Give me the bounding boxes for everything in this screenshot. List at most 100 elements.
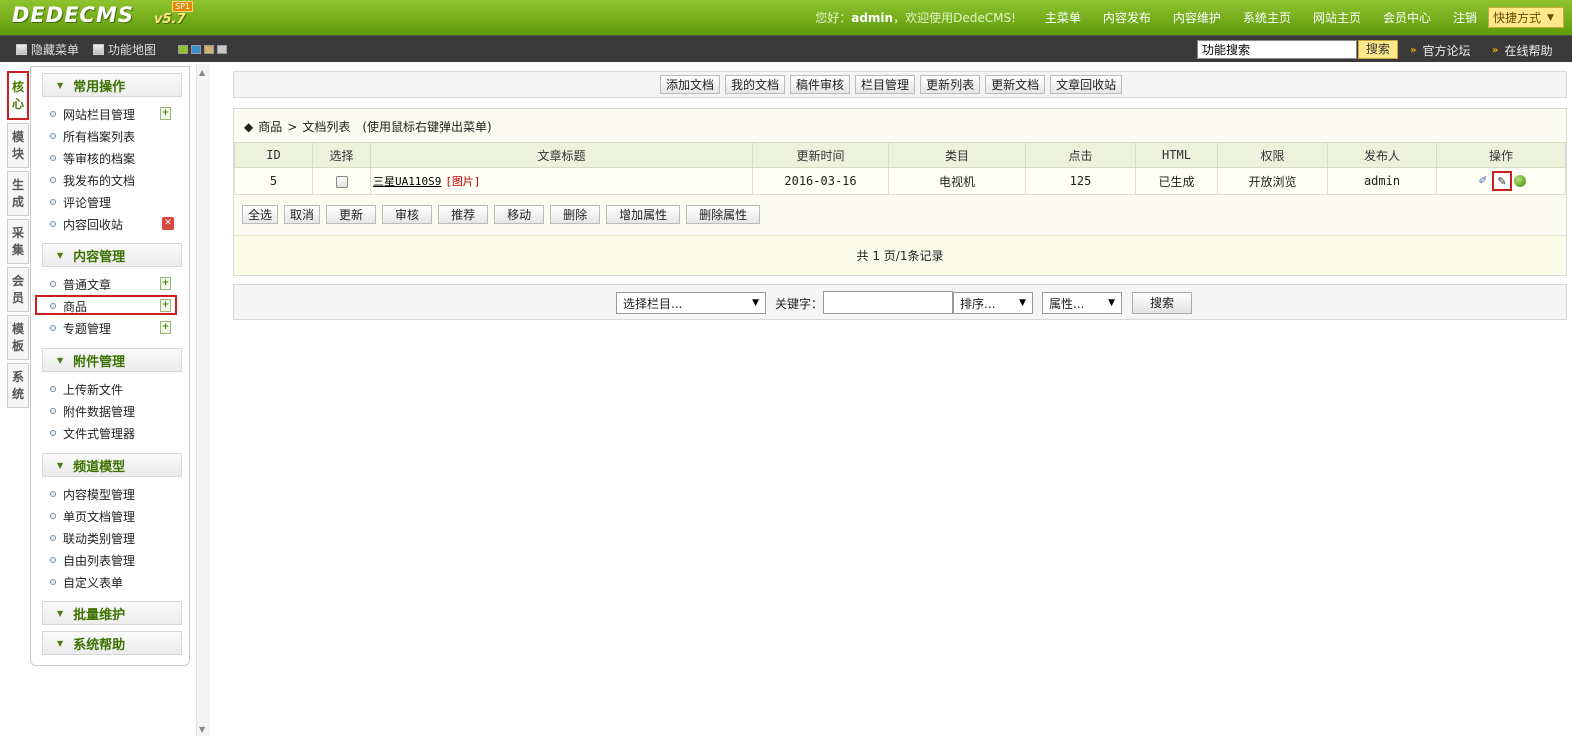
add-doc-button[interactable]: 添加文档 (660, 75, 721, 94)
add-icon[interactable]: + (160, 321, 171, 334)
update-doc-button[interactable]: 更新文档 (985, 75, 1046, 94)
quick-menu-dropdown[interactable]: 快捷方式 ▼ (1488, 7, 1564, 28)
tab-core[interactable]: 核心 (7, 71, 29, 120)
nav-member-center[interactable]: 会员中心 (1383, 9, 1431, 26)
menu-group-attachments[interactable]: ▼ 附件管理 (42, 348, 182, 372)
help-link[interactable]: » 在线帮助 (1492, 42, 1552, 59)
remove-attr-button[interactable]: 删除属性 (686, 205, 761, 224)
update-list-button[interactable]: 更新列表 (920, 75, 981, 94)
module-tabs: 核心 模块 生成 采集 会员 模板 系统 (7, 71, 29, 411)
menu-group-batch[interactable]: ▼ 批量维护 (42, 601, 182, 625)
skin-swatch[interactable] (178, 45, 188, 54)
keyword-input[interactable] (823, 291, 953, 314)
chevron-down-icon: ▼ (1108, 298, 1115, 308)
tab-template[interactable]: 模板 (7, 315, 29, 360)
menu-scrollbar[interactable]: ▲ ▼ (196, 64, 210, 736)
skin-swatch[interactable] (191, 45, 201, 54)
crumb-channel[interactable]: 商品 (258, 118, 282, 135)
article-recycle-button[interactable]: 文章回收站 (1050, 75, 1123, 94)
review-button[interactable]: 稿件审核 (790, 75, 851, 94)
forum-link[interactable]: » 官方论坛 (1410, 42, 1470, 59)
table-row[interactable]: 5 三星UA110S9 [图片] 2016-03-16 电视机 125 已生成 … (234, 167, 1566, 195)
column-select[interactable]: 选择栏目... ▼ (616, 292, 766, 314)
site-map-button[interactable]: 功能地图 (93, 41, 156, 58)
order-select[interactable]: 排序... ▼ (953, 292, 1033, 314)
bullet-icon (50, 408, 56, 414)
menu-item-single-pages[interactable]: 单页文档管理 (50, 506, 135, 526)
column-select-value: 选择栏目... (623, 296, 683, 311)
select-all-button[interactable]: 全选 (242, 205, 279, 224)
nav-logout[interactable]: 注销 (1453, 9, 1477, 26)
menu-item-free-lists[interactable]: 自由列表管理 (50, 550, 135, 570)
tab-system[interactable]: 系统 (7, 363, 29, 408)
my-docs-button[interactable]: 我的文档 (725, 75, 786, 94)
scroll-up-icon[interactable]: ▲ (199, 68, 205, 77)
tab-generate[interactable]: 生成 (7, 171, 29, 216)
delete-button[interactable]: 删除 (550, 205, 601, 224)
tab-collect[interactable]: 采集 (7, 219, 29, 264)
scroll-down-icon[interactable]: ▼ (199, 725, 205, 734)
skin-swatch[interactable] (204, 45, 214, 54)
add-attr-button[interactable]: 增加属性 (606, 205, 681, 224)
doc-title-link[interactable]: 三星UA110S9 (373, 175, 441, 188)
tab-modules-label: 模块 (11, 129, 24, 161)
breadcrumb: ◆ 商品 > 文档列表 (使用鼠标右键弹出菜单) (244, 118, 492, 135)
approve-button[interactable]: 审核 (382, 205, 433, 224)
welcome-text: 您好：admin，欢迎使用DedeCMS! (815, 11, 1016, 25)
update-button[interactable]: 更新 (326, 205, 377, 224)
menu-group-help[interactable]: ▼ 系统帮助 (42, 631, 182, 655)
logo-badge: SP1 (172, 1, 193, 12)
menu-group-channel-models[interactable]: ▼ 频道模型 (42, 453, 182, 477)
cell-category[interactable]: 电视机 (888, 167, 1026, 195)
menu-group-content[interactable]: ▼ 内容管理 (42, 243, 182, 267)
menu-item-file-manager[interactable]: 文件式管理器 (50, 423, 135, 443)
sub-toolbar: 隐藏菜单 功能地图 搜索 » 官方论坛 » 在线帮助 (0, 35, 1572, 62)
tab-member[interactable]: 会员 (7, 267, 29, 312)
search-button[interactable]: 搜索 (1132, 292, 1192, 314)
category-manage-button[interactable]: 栏目管理 (855, 75, 916, 94)
skin-swatch[interactable] (217, 45, 227, 54)
move-button[interactable]: 移动 (494, 205, 545, 224)
recommend-button[interactable]: 推荐 (438, 205, 489, 224)
cell-id: 5 (234, 167, 313, 195)
menu-item-pending-archives[interactable]: 等审核的档案 (50, 148, 135, 168)
menu-item-all-archives[interactable]: 所有档案列表 (50, 126, 135, 146)
menu-item-category-manage[interactable]: 网站栏目管理 + (50, 104, 171, 124)
row-checkbox[interactable] (335, 175, 348, 188)
trash-icon[interactable]: ✕ (162, 217, 174, 230)
menu-item-linkage-types[interactable]: 联动类别管理 (50, 528, 135, 548)
menu-item-content-models[interactable]: 内容模型管理 (50, 484, 135, 504)
bullet-icon (50, 430, 56, 436)
menu-item-attachment-data[interactable]: 附件数据管理 (50, 401, 135, 421)
menu-item-articles[interactable]: 普通文章 + (50, 274, 171, 294)
tab-modules[interactable]: 模块 (7, 123, 29, 168)
deselect-button[interactable]: 取消 (284, 205, 321, 224)
menu-item-comments[interactable]: 评论管理 (50, 192, 111, 212)
function-search-input[interactable] (1197, 40, 1357, 59)
menu-group-common[interactable]: ▼ 常用操作 (42, 73, 182, 97)
view-icon[interactable]: ✐ (1476, 174, 1490, 188)
hide-menu-button[interactable]: 隐藏菜单 (16, 41, 79, 58)
menu-item-custom-forms[interactable]: 自定义表单 (50, 572, 123, 592)
nav-site-home[interactable]: 网站主页 (1313, 9, 1361, 26)
col-clicks: 点击 (1025, 142, 1136, 168)
function-search-button[interactable]: 搜索 (1358, 40, 1398, 59)
menu-item-recycle-bin[interactable]: 内容回收站 ✕ (50, 214, 174, 234)
menu-item-upload[interactable]: 上传新文件 (50, 379, 123, 399)
add-icon[interactable]: + (160, 107, 171, 120)
preview-icon[interactable] (1514, 175, 1526, 187)
username: admin (851, 11, 894, 25)
nav-content-maintain[interactable]: 内容维护 (1173, 9, 1221, 26)
menu-item-my-docs[interactable]: 我发布的文档 (50, 170, 135, 190)
cell-html: 已生成 (1135, 167, 1218, 195)
menu-item-topics[interactable]: 专题管理 + (50, 318, 171, 338)
add-icon[interactable]: + (160, 277, 171, 290)
col-time: 更新时间 (752, 142, 889, 168)
nav-main-menu[interactable]: 主菜单 (1045, 9, 1081, 26)
dedecms-logo[interactable]: DEDECMS v5.7 SP1 (12, 1, 193, 31)
nav-system-home[interactable]: 系统主页 (1243, 9, 1291, 26)
edit-icon[interactable]: ✎ (1492, 171, 1512, 191)
nav-content-publish[interactable]: 内容发布 (1103, 9, 1151, 26)
attribute-select[interactable]: 属性... ▼ (1042, 292, 1122, 314)
tab-collect-label: 采集 (11, 225, 24, 257)
